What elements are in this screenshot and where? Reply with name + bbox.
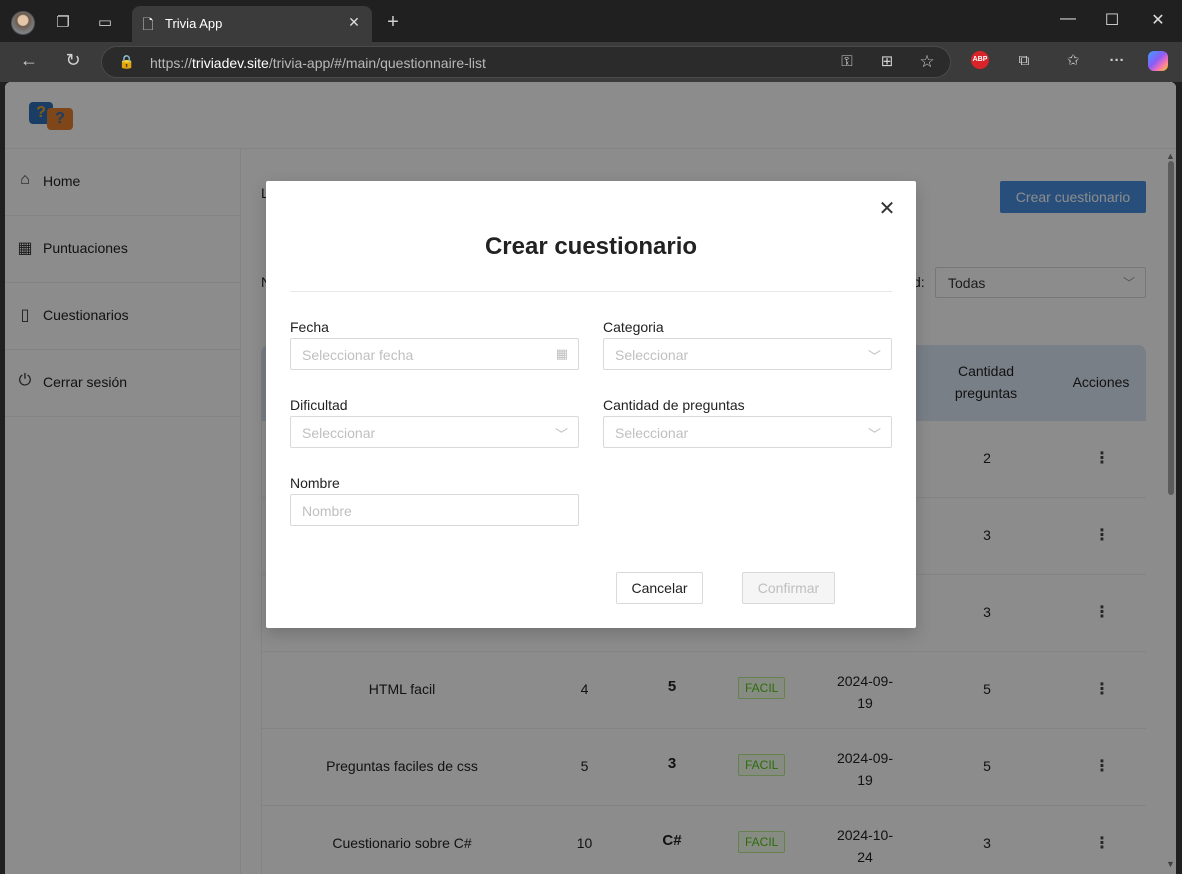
close-icon[interactable]: ✕: [875, 197, 899, 221]
categoria-label: Categoria: [603, 319, 664, 335]
dificultad-placeholder: Seleccionar: [302, 425, 376, 441]
tab-title: Trivia App: [165, 16, 223, 31]
cantidad-placeholder: Seleccionar: [615, 425, 689, 441]
cantidad-select[interactable]: Seleccionar ﹀: [603, 416, 892, 448]
fecha-placeholder: Seleccionar fecha: [302, 347, 414, 363]
key-icon[interactable]: ⚿: [837, 52, 857, 72]
back-icon[interactable]: ←: [19, 50, 39, 70]
browser-tab-bar: ❐ ▭ 🗋 Trivia App ✕ + — ☐ ✕: [0, 0, 1182, 42]
url-text: https://triviadev.site/trivia-app/#/main…: [150, 55, 486, 71]
maximize-icon[interactable]: ☐: [1097, 10, 1127, 30]
categoria-select[interactable]: Seleccionar ﹀: [603, 338, 892, 370]
tab-actions-icon[interactable]: ▭: [95, 13, 115, 33]
workspaces-icon[interactable]: ❐: [53, 13, 73, 33]
categoria-placeholder: Seleccionar: [615, 347, 689, 363]
extensions-icon[interactable]: ⧉: [1014, 51, 1034, 71]
close-tab-icon[interactable]: ✕: [344, 14, 364, 31]
nombre-label: Nombre: [290, 475, 340, 491]
chevron-down-icon: ﹀: [554, 427, 568, 442]
cantidad-label: Cantidad de preguntas: [603, 397, 745, 413]
reload-icon[interactable]: ↻: [63, 50, 83, 70]
modal-divider: [290, 291, 892, 292]
nombre-input[interactable]: Nombre: [290, 494, 579, 526]
create-questionnaire-modal: ✕ Crear cuestionario Fecha Seleccionar f…: [266, 181, 916, 628]
new-tab-icon[interactable]: +: [383, 12, 403, 32]
chevron-down-icon: ﹀: [867, 427, 881, 442]
more-options-icon[interactable]: ···: [1107, 51, 1127, 71]
dificultad-select[interactable]: Seleccionar ﹀: [290, 416, 579, 448]
modal-title: Crear cuestionario: [484, 233, 698, 260]
dificultad-label: Dificultad: [290, 397, 348, 413]
page-icon: 🗋: [142, 16, 154, 32]
browser-tab[interactable]: 🗋 Trivia App ✕: [132, 6, 372, 42]
browser-toolbar: ← ↻ 🔒 https://triviadev.site/trivia-app/…: [0, 42, 1182, 82]
calendar-icon: ▦: [555, 346, 568, 361]
profile-avatar[interactable]: [11, 11, 35, 35]
confirm-button[interactable]: Confirmar: [742, 572, 835, 604]
lock-icon[interactable]: 🔒: [117, 52, 137, 72]
app-available-icon[interactable]: ⊞: [877, 52, 897, 72]
copilot-icon[interactable]: [1148, 51, 1168, 71]
fecha-datepicker[interactable]: Seleccionar fecha ▦: [290, 338, 579, 370]
minimize-icon[interactable]: —: [1053, 10, 1083, 28]
nombre-placeholder: Nombre: [302, 503, 352, 519]
fecha-label: Fecha: [290, 319, 329, 335]
favorite-star-icon[interactable]: ☆: [917, 52, 937, 72]
favorites-icon[interactable]: ✩: [1063, 51, 1083, 71]
close-window-icon[interactable]: ✕: [1143, 10, 1173, 30]
chevron-down-icon: ﹀: [867, 349, 881, 364]
adblock-icon[interactable]: ABP: [971, 51, 989, 69]
cancel-button[interactable]: Cancelar: [616, 572, 703, 604]
address-bar[interactable]: 🔒 https://triviadev.site/trivia-app/#/ma…: [101, 46, 951, 78]
